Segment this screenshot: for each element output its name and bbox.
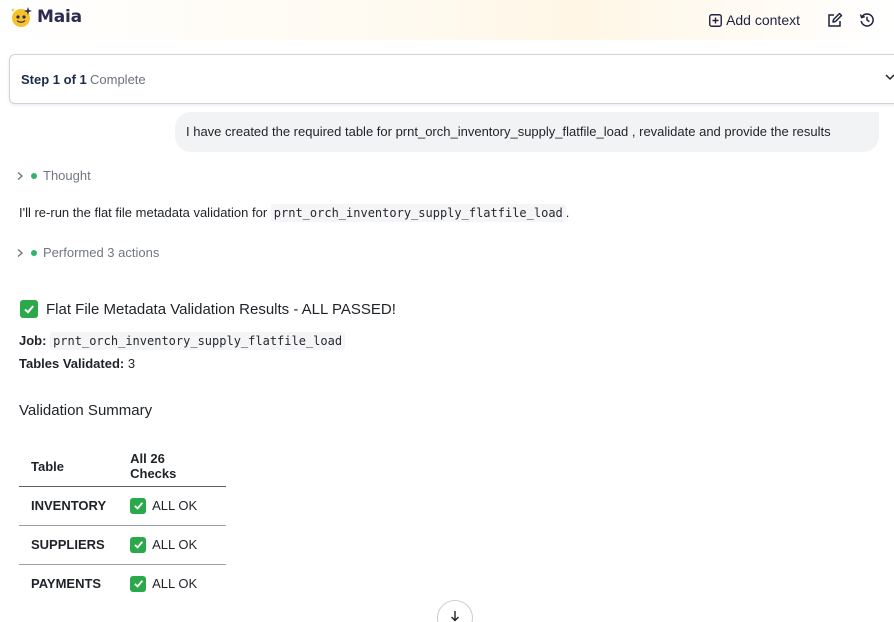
step-status: Complete — [90, 72, 146, 87]
status-text: ALL OK — [152, 537, 198, 552]
table-name: SUPPLIERS — [31, 537, 105, 552]
thought-label: Thought — [43, 168, 91, 183]
check-icon — [20, 300, 38, 318]
table-row: SUPPLIERS ALL OK — [19, 525, 227, 564]
column-header: All 26 Checks — [130, 451, 177, 482]
actions-toggle[interactable]: Performed 3 actions — [16, 245, 159, 260]
job-label: Job: — [19, 333, 47, 348]
table-row: INVENTORY ALL OK — [19, 486, 227, 525]
header-actions: Add context — [709, 9, 878, 31]
thought-toggle[interactable]: Thought — [16, 168, 91, 183]
table-row: PAYMENTS ALL OK — [19, 564, 226, 603]
status-dot — [31, 172, 37, 179]
user-message: I have created the required table for pr… — [175, 112, 879, 152]
arrow-down-icon — [451, 611, 459, 622]
history-button[interactable] — [856, 9, 878, 31]
summary-heading: Validation Summary — [19, 402, 153, 419]
table-header-row: Table All 26 Checks — [19, 447, 227, 486]
tables-line: Tables Validated: 3 — [19, 356, 135, 371]
check-icon — [130, 497, 147, 514]
assistant-intro: I'll re-run the flat file metadata valid… — [19, 204, 570, 222]
tables-label: Tables Validated: — [19, 356, 125, 371]
chat-page: Maia Add context Step 1 of 1 Complete I … — [0, 0, 894, 622]
table-name: INVENTORY — [31, 498, 107, 513]
history-icon — [859, 13, 874, 27]
job-line: Job: prnt_orch_inventory_supply_flatfile… — [19, 332, 346, 350]
result-heading: Flat File Metadata Validation Results - … — [20, 300, 396, 318]
check-icon — [130, 536, 147, 553]
scroll-to-bottom-button[interactable] — [437, 600, 473, 622]
add-context-label: Add context — [726, 12, 800, 28]
add-context-button[interactable]: Add context — [709, 12, 800, 28]
status-dot — [31, 249, 37, 256]
status-text: ALL OK — [152, 576, 198, 591]
intro-suffix: . — [565, 205, 570, 220]
status-text: ALL OK — [152, 498, 198, 513]
step-counter: Step 1 of 1 — [21, 72, 87, 87]
add-context-icon — [709, 13, 723, 27]
chevron-right-icon — [17, 248, 24, 257]
header-bar: Maia Add context — [0, 0, 894, 40]
intro-text: I'll re-run the flat file metadata valid… — [19, 205, 271, 220]
chevron-down-icon[interactable] — [884, 71, 894, 83]
chevron-right-icon — [17, 171, 24, 180]
step-progress-card[interactable]: Step 1 of 1 Complete — [9, 54, 894, 104]
tables-count: 3 — [127, 356, 136, 371]
summary-table: Table All 26 Checks INVENTORY ALL OK SUP… — [19, 447, 227, 603]
column-header: Table — [31, 458, 64, 474]
intro-job-code: prnt_orch_inventory_supply_flatfile_load — [270, 204, 566, 222]
job-code: prnt_orch_inventory_supply_flatfile_load — [50, 332, 346, 350]
result-title-text: Flat File Metadata Validation Results - … — [46, 300, 396, 318]
app-logo: Maia — [10, 5, 82, 29]
actions-label: Performed 3 actions — [43, 245, 160, 260]
edit-icon — [828, 12, 843, 27]
table-name: PAYMENTS — [31, 576, 102, 591]
maia-logo-icon — [11, 7, 32, 27]
table-status: ALL OK — [118, 565, 226, 603]
app-name: Maia — [37, 7, 82, 27]
table-status: ALL OK — [118, 526, 226, 564]
table-status: ALL OK — [118, 487, 226, 525]
edit-button[interactable] — [824, 9, 846, 31]
check-icon — [130, 575, 147, 592]
